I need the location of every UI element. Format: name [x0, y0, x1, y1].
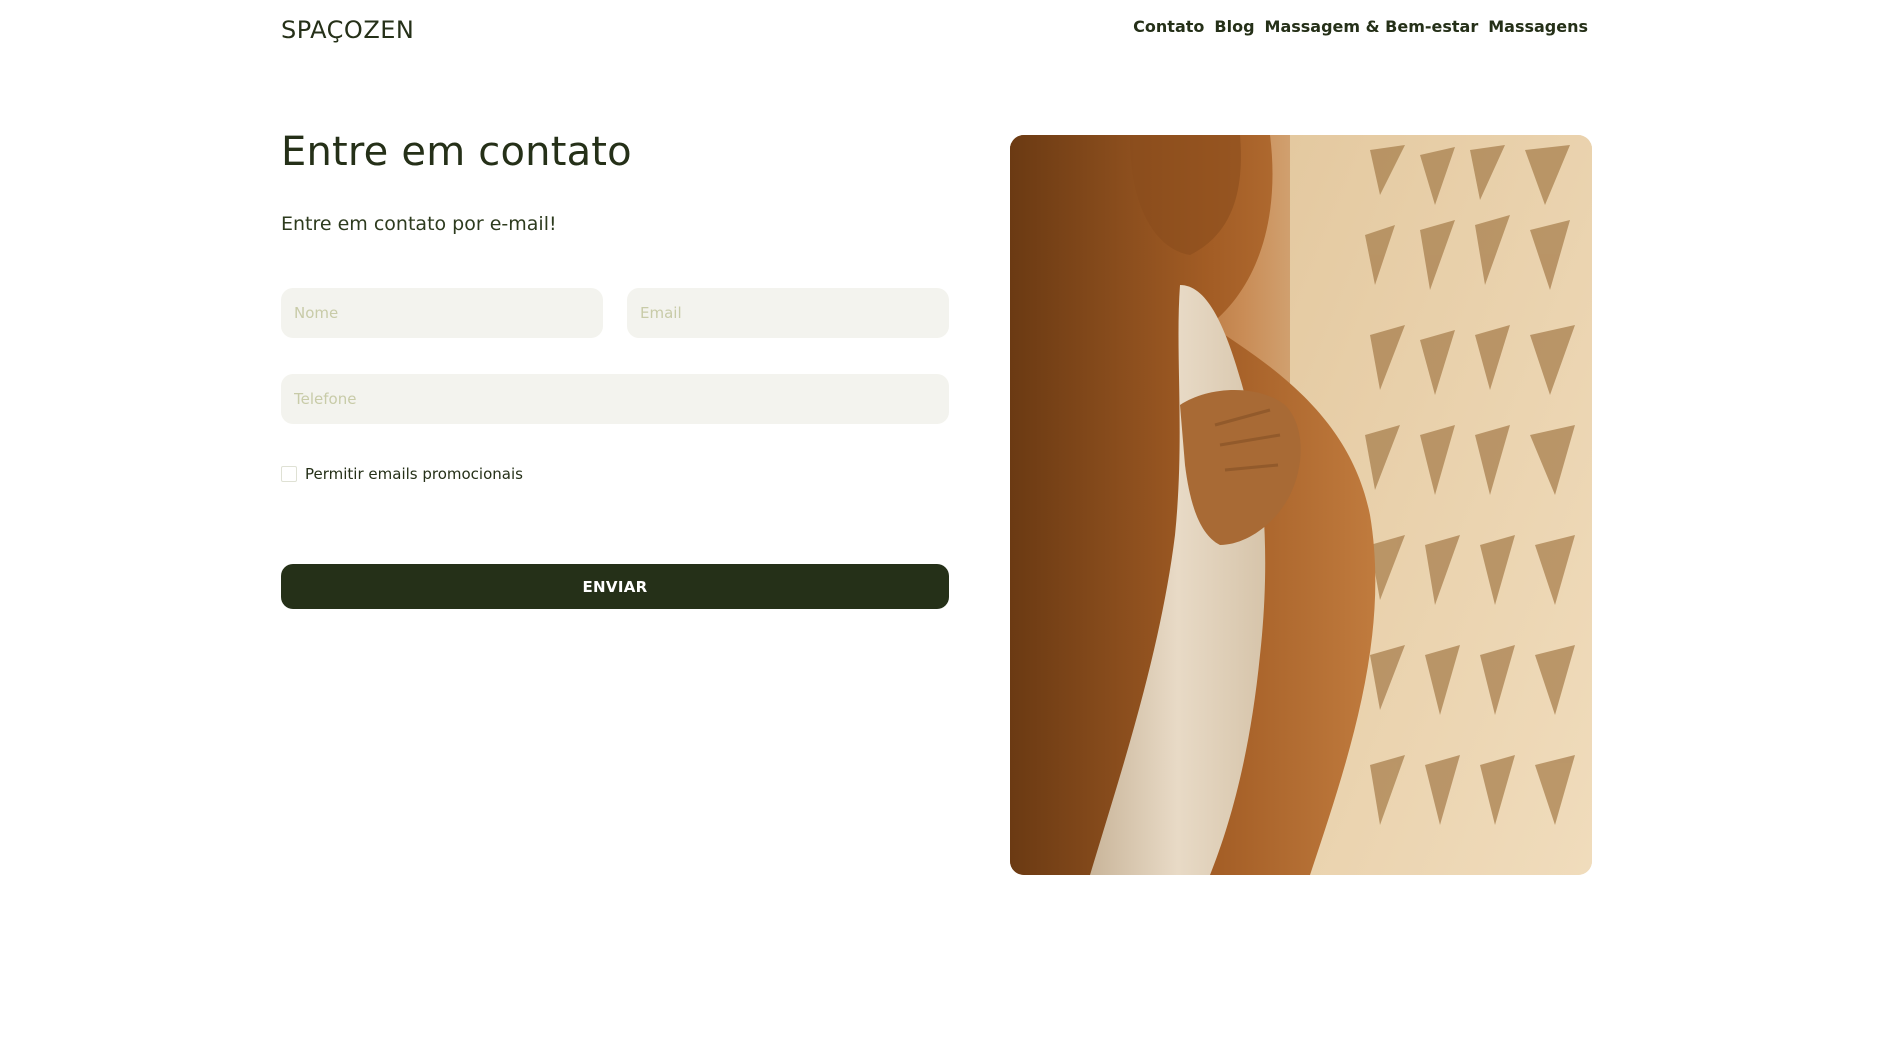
promo-email-checkbox[interactable] [281, 466, 297, 482]
promo-email-label: Permitir emails promocionais [305, 465, 523, 483]
promo-email-option[interactable]: Permitir emails promocionais [281, 465, 523, 483]
phone-input[interactable] [281, 374, 949, 424]
photo-person-towel-image [1010, 135, 1592, 875]
page-title: Entre em contato [281, 129, 632, 175]
page-subtitle: Entre em contato por e-mail! [281, 213, 557, 235]
email-input[interactable] [627, 288, 949, 338]
site-logo[interactable]: SPAÇOZEN [281, 16, 414, 44]
nav-link-contato[interactable]: Contato [1133, 17, 1204, 36]
contact-form-section: Entre em contato Entre em contato por e-… [281, 129, 949, 609]
name-input[interactable] [281, 288, 603, 338]
photo-illustration [1010, 135, 1592, 875]
nav-link-massagem-bem-estar[interactable]: Massagem & Bem-estar [1265, 17, 1479, 36]
site-header: SPAÇOZEN Contato Blog Massagem & Bem-est… [0, 0, 1878, 70]
submit-button[interactable]: ENVIAR [281, 564, 949, 609]
nav-link-blog[interactable]: Blog [1214, 17, 1254, 36]
nav-link-massagens[interactable]: Massagens [1488, 17, 1588, 36]
main-nav: Contato Blog Massagem & Bem-estar Massag… [1133, 17, 1588, 36]
